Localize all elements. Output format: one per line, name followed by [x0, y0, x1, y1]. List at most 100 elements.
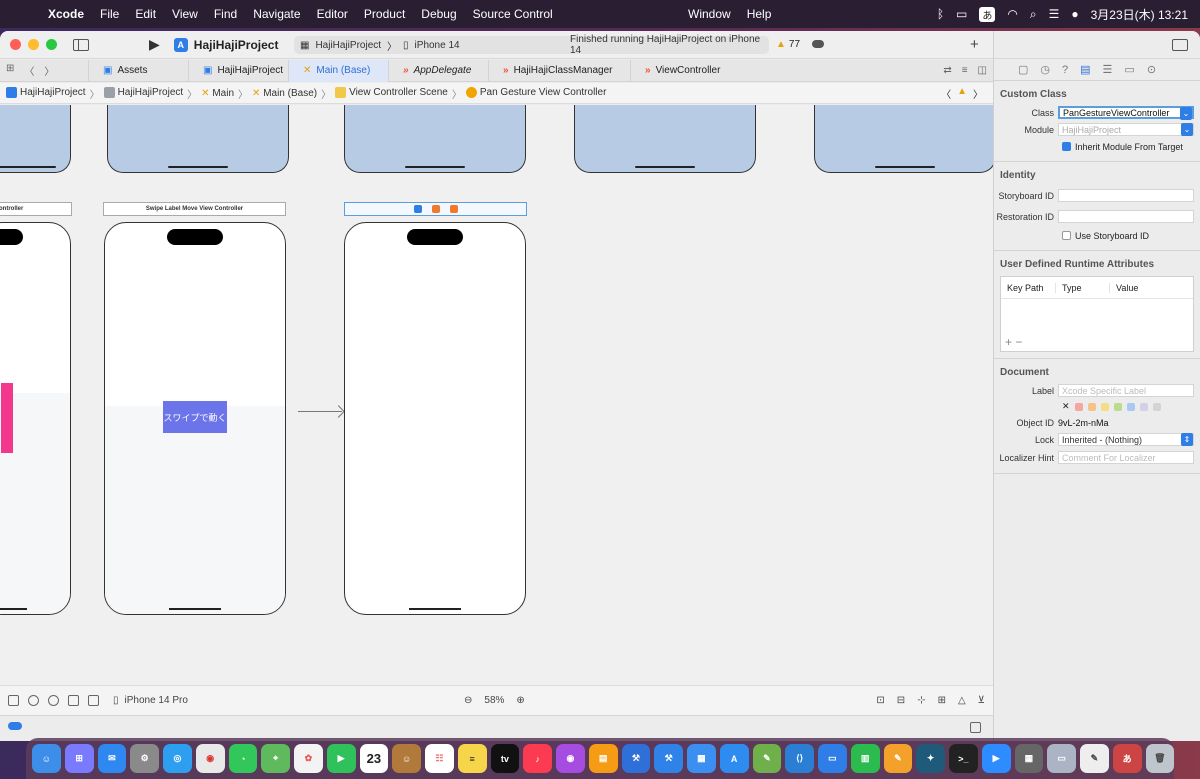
add-constraints-icon[interactable]: ⊞	[938, 695, 946, 706]
update-frames-icon[interactable]: ⊡	[876, 695, 884, 706]
warning-icon[interactable]: ▲	[957, 86, 967, 101]
menu-product[interactable]: Product	[356, 7, 413, 21]
menu-edit[interactable]: Edit	[127, 7, 164, 21]
input-method-icon[interactable]: あ	[1112, 744, 1142, 773]
editor-options-icon[interactable]: ≡	[962, 65, 968, 76]
remove-attribute-button[interactable]: −	[1015, 335, 1022, 349]
music-icon[interactable]: ♪	[523, 744, 552, 773]
scene-title-bar-selected[interactable]	[344, 202, 527, 216]
launchpad-icon[interactable]: ⊞	[64, 744, 94, 773]
apple-tv-icon[interactable]: tv	[490, 744, 520, 773]
reminders-icon[interactable]: ☷	[425, 744, 454, 773]
no-color-icon[interactable]: ✕	[1062, 401, 1070, 412]
appearance-icon[interactable]	[28, 695, 39, 706]
orientation-icon[interactable]	[68, 695, 79, 706]
column-header[interactable]: Value	[1110, 283, 1138, 293]
scene-phone[interactable]	[0, 222, 71, 615]
device-selector[interactable]: ▯ iPhone 14 Pro	[113, 695, 188, 706]
menu-find[interactable]: Find	[206, 7, 245, 21]
doc-label-field[interactable]: Xcode Specific Label	[1058, 384, 1194, 397]
exit-icon[interactable]	[449, 205, 458, 213]
add-attribute-button[interactable]: +	[1005, 335, 1012, 349]
podcasts-icon[interactable]: ◉	[556, 744, 585, 773]
scene-preview[interactable]	[0, 105, 71, 173]
debug-area-toggle-icon[interactable]	[970, 722, 981, 733]
trash-icon[interactable]: 🗑	[1145, 744, 1175, 773]
minimize-window-button[interactable]	[28, 39, 39, 50]
menu-window[interactable]: Window	[680, 7, 739, 21]
column-header[interactable]: Type	[1056, 282, 1110, 293]
instruments-icon[interactable]: ⚒	[654, 744, 683, 773]
restoration-id-field[interactable]	[1058, 210, 1194, 223]
zoom-app-icon[interactable]: ▶	[981, 744, 1011, 773]
color-swatch-yellow[interactable]	[1100, 402, 1109, 411]
mail-icon[interactable]: ✉	[97, 744, 127, 773]
textedit-icon[interactable]: ✎	[1080, 744, 1109, 773]
app-store-icon[interactable]: A	[719, 744, 749, 773]
breadcrumb-item[interactable]: HajiHajiProject	[6, 87, 86, 99]
previous-issue-icon[interactable]: 〈	[941, 86, 951, 101]
embed-in-icon[interactable]: ⊟	[897, 695, 905, 706]
bluetooth-icon[interactable]: ᛒ	[937, 7, 944, 21]
runtime-attributes-table[interactable]: Key Path Type Value + −	[1000, 276, 1194, 352]
contrast-icon[interactable]	[48, 695, 59, 706]
tab-app-delegate[interactable]: » AppDelegate	[388, 59, 488, 82]
menu-debug[interactable]: Debug	[413, 7, 464, 21]
input-mode-indicator[interactable]: あ	[979, 6, 996, 22]
grid-icon[interactable]: ⊞	[6, 63, 14, 78]
breadcrumb-item[interactable]: HajiHajiProject	[103, 87, 183, 99]
xcode-icon[interactable]: ⚒	[621, 744, 651, 773]
storyboard-id-field[interactable]	[1058, 189, 1194, 202]
script-editor-icon[interactable]: ✎	[752, 744, 782, 773]
color-swatch-green[interactable]	[1113, 402, 1122, 411]
finder-icon[interactable]: ☺	[32, 744, 61, 773]
breadcrumb-item[interactable]: Pan Gesture View Controller	[465, 87, 606, 99]
facetime-icon[interactable]: ▶	[326, 744, 356, 773]
color-swatch-gray[interactable]	[1152, 402, 1161, 411]
pages-icon[interactable]: ✎	[883, 744, 913, 773]
scene-phone[interactable]: スワイプで動く	[104, 222, 286, 615]
menu-source-control[interactable]: Source Control	[465, 7, 561, 21]
activity-viewer[interactable]: ▦ HajiHajiProject 〉 ▯ iPhone 14 Finished…	[294, 34, 769, 56]
tab-assets[interactable]: ▣ Assets	[88, 59, 188, 82]
menu-file[interactable]: File	[92, 7, 127, 21]
menu-app[interactable]: Xcode	[40, 7, 92, 21]
contacts-icon[interactable]: ☺	[392, 744, 421, 773]
chevron-updown-icon[interactable]: ⇕	[1181, 433, 1193, 446]
identity-inspector-icon[interactable]: ▤	[1080, 63, 1090, 76]
tab-main-storyboard[interactable]: ✕ Main (Base)	[288, 59, 388, 82]
segue-arrow[interactable]	[298, 411, 342, 412]
messages-icon[interactable]: ◔	[228, 744, 258, 773]
clock[interactable]: 3月23日(木) 13:21	[1091, 6, 1188, 23]
file-inspector-icon[interactable]: ▢	[1018, 63, 1028, 76]
related-items-icon[interactable]: ⇄	[943, 65, 951, 76]
siri-icon[interactable]: ●	[1071, 7, 1078, 21]
run-destination[interactable]: iPhone 14	[415, 40, 460, 51]
zoom-in-icon[interactable]: ⊕	[516, 695, 524, 706]
document-outline-icon[interactable]	[8, 695, 19, 706]
terminal-icon[interactable]: >_	[949, 744, 978, 773]
warnings-indicator[interactable]: ▲ 77	[776, 39, 800, 50]
color-swatch-orange[interactable]	[1087, 402, 1096, 411]
wifi-icon[interactable]: ◠	[1007, 7, 1017, 21]
safari-icon[interactable]: ◎	[163, 744, 192, 773]
vscode-icon[interactable]: ⟨⟩	[785, 744, 814, 773]
lock-select[interactable]: Inherited - (Nothing) ⇕	[1058, 433, 1194, 446]
menu-editor[interactable]: Editor	[309, 7, 356, 21]
notes-icon[interactable]: ≡	[457, 744, 487, 773]
library-add-button[interactable]: +	[970, 36, 979, 53]
split-editor-icon[interactable]: ◫	[978, 65, 987, 76]
breadcrumb-item[interactable]: View Controller Scene	[335, 87, 448, 99]
tab-view-controller[interactable]: » ViewController	[630, 59, 730, 82]
scene-phone-selected[interactable]	[344, 222, 526, 615]
column-header[interactable]: Key Path	[1001, 282, 1056, 293]
zoom-window-button[interactable]	[46, 39, 57, 50]
keynote-icon[interactable]: ▭	[818, 744, 847, 773]
help-inspector-icon[interactable]: ?	[1062, 64, 1068, 76]
next-issue-icon[interactable]: 〉	[973, 86, 983, 101]
back-icon[interactable]: 〈	[24, 63, 34, 78]
scene-preview[interactable]	[344, 105, 526, 173]
use-storyboard-id-checkbox[interactable]	[1062, 231, 1071, 240]
developer-app-icon[interactable]: ✦	[916, 744, 945, 773]
close-window-button[interactable]	[10, 39, 21, 50]
